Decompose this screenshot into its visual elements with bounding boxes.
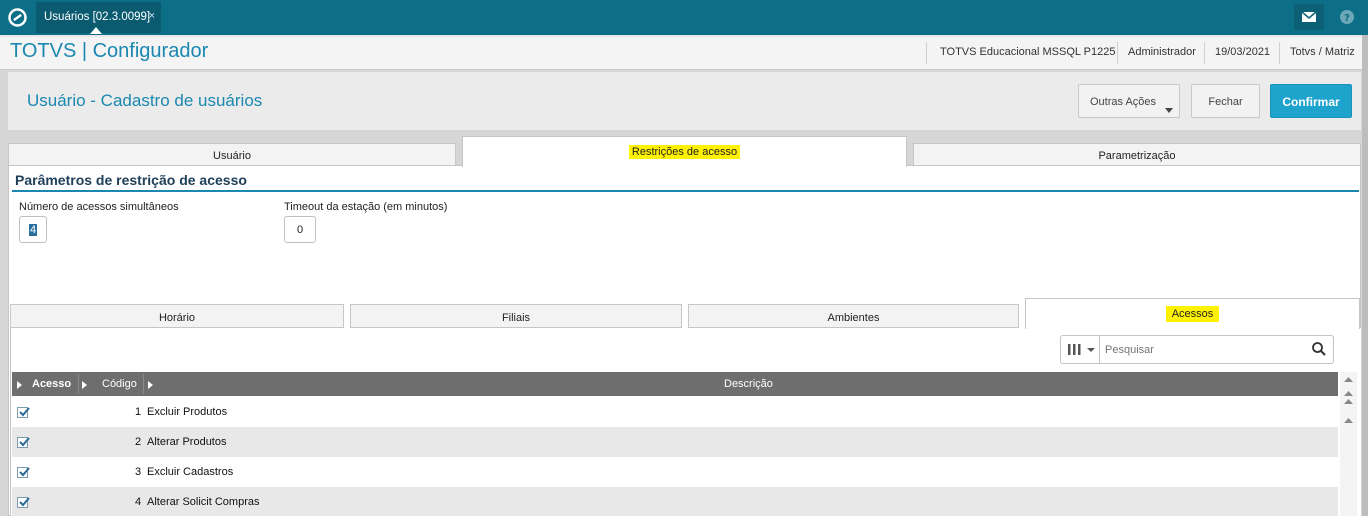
row-checkbox[interactable] xyxy=(17,407,30,418)
app-title: TOTVS | Configurador xyxy=(10,40,209,62)
column-header-acesso[interactable]: Acesso xyxy=(32,372,71,396)
mail-icon[interactable] xyxy=(1294,4,1324,30)
header-divider xyxy=(1117,42,1118,64)
totvs-logo-icon[interactable] xyxy=(8,8,27,27)
timeout-label: Timeout da estação (em minutos) xyxy=(284,201,448,213)
simultaneous-access-field[interactable]: 4 xyxy=(19,216,47,243)
simultaneous-access-value: 4 xyxy=(28,224,38,236)
tab-usuario[interactable]: Usuário xyxy=(8,143,456,166)
tab-indicator xyxy=(90,27,102,34)
close-icon[interactable]: × xyxy=(149,10,155,22)
grid-header xyxy=(12,372,1338,396)
sort-arrow-icon xyxy=(17,381,22,389)
tab-parametrizacao[interactable]: Parametrização xyxy=(913,143,1361,166)
row-checkbox[interactable] xyxy=(17,497,30,508)
sort-arrow-icon xyxy=(82,381,87,389)
row-description: Excluir Cadastros xyxy=(147,466,234,478)
close-button[interactable]: Fechar xyxy=(1191,84,1260,118)
tab-ambientes[interactable]: Ambientes xyxy=(688,304,1019,328)
window-tab-label: Usuários [02.3.0099] xyxy=(44,11,151,23)
tab-label: Usuário xyxy=(213,150,251,162)
column-divider xyxy=(143,374,144,394)
chevron-down-icon xyxy=(1165,108,1173,113)
column-header-descricao[interactable]: Descrição xyxy=(724,372,773,396)
row-description: Excluir Produtos xyxy=(147,406,228,418)
timeout-field[interactable]: 0 xyxy=(284,216,316,243)
tab-label: Restrições de acesso xyxy=(628,145,741,159)
row-checkbox[interactable] xyxy=(17,467,30,478)
tab-label: Filiais xyxy=(501,312,531,324)
branch-label: Totvs / Matriz xyxy=(1290,46,1355,58)
search-icon[interactable] xyxy=(1310,340,1328,358)
form-title: Usuário - Cadastro de usuários xyxy=(27,91,263,110)
tab-restricoes-de-acesso[interactable]: Restrições de acesso xyxy=(462,136,907,167)
row-description: Alterar Produtos xyxy=(147,436,227,448)
help-icon[interactable]: ? xyxy=(1332,4,1362,30)
tab-horario[interactable]: Horário xyxy=(10,304,344,328)
tab-filiais[interactable]: Filiais xyxy=(350,304,682,328)
row-code: 4 xyxy=(135,496,142,508)
date-label: 19/03/2021 xyxy=(1215,46,1271,58)
row-code: 3 xyxy=(135,466,142,478)
user-label: Administrador xyxy=(1128,46,1196,58)
column-selector-button[interactable] xyxy=(1061,336,1100,363)
search-input[interactable] xyxy=(1103,337,1303,362)
tab-label: Acessos xyxy=(1165,306,1220,322)
simultaneous-access-label: Número de acessos simultâneos xyxy=(19,201,179,213)
column-header-codigo[interactable]: Código xyxy=(102,372,137,396)
section-title: Parâmetros de restrição de acesso xyxy=(15,172,247,188)
row-checkbox[interactable] xyxy=(17,437,30,448)
row-code: 2 xyxy=(135,436,142,448)
column-divider xyxy=(78,374,79,394)
sort-arrow-icon xyxy=(148,381,153,389)
tab-acessos[interactable]: Acessos xyxy=(1025,298,1360,329)
scroll-arrows-icon[interactable] xyxy=(1340,372,1357,432)
window-scrollbar[interactable] xyxy=(1362,35,1368,516)
tab-label: Parametrização xyxy=(1098,150,1176,162)
timeout-value: 0 xyxy=(296,224,304,236)
grid-scrollbar[interactable] xyxy=(1340,372,1357,516)
tab-label: Horário xyxy=(158,312,196,324)
other-actions-label: Outras Ações xyxy=(1090,96,1157,108)
confirm-button[interactable]: Confirmar xyxy=(1270,84,1352,118)
environment-label: TOTVS Educacional MSSQL P1225 xyxy=(940,46,1116,58)
other-actions-button[interactable]: Outras Ações xyxy=(1078,84,1180,118)
section-divider xyxy=(12,190,1359,192)
svg-text:?: ? xyxy=(1344,13,1350,24)
header-divider xyxy=(1204,42,1205,64)
top-bar xyxy=(0,0,1368,35)
header-divider xyxy=(926,42,927,64)
row-code: 1 xyxy=(135,406,142,418)
row-description: Alterar Solicit Compras xyxy=(147,496,260,508)
header-divider xyxy=(1279,42,1280,64)
tab-label: Ambientes xyxy=(827,312,880,324)
